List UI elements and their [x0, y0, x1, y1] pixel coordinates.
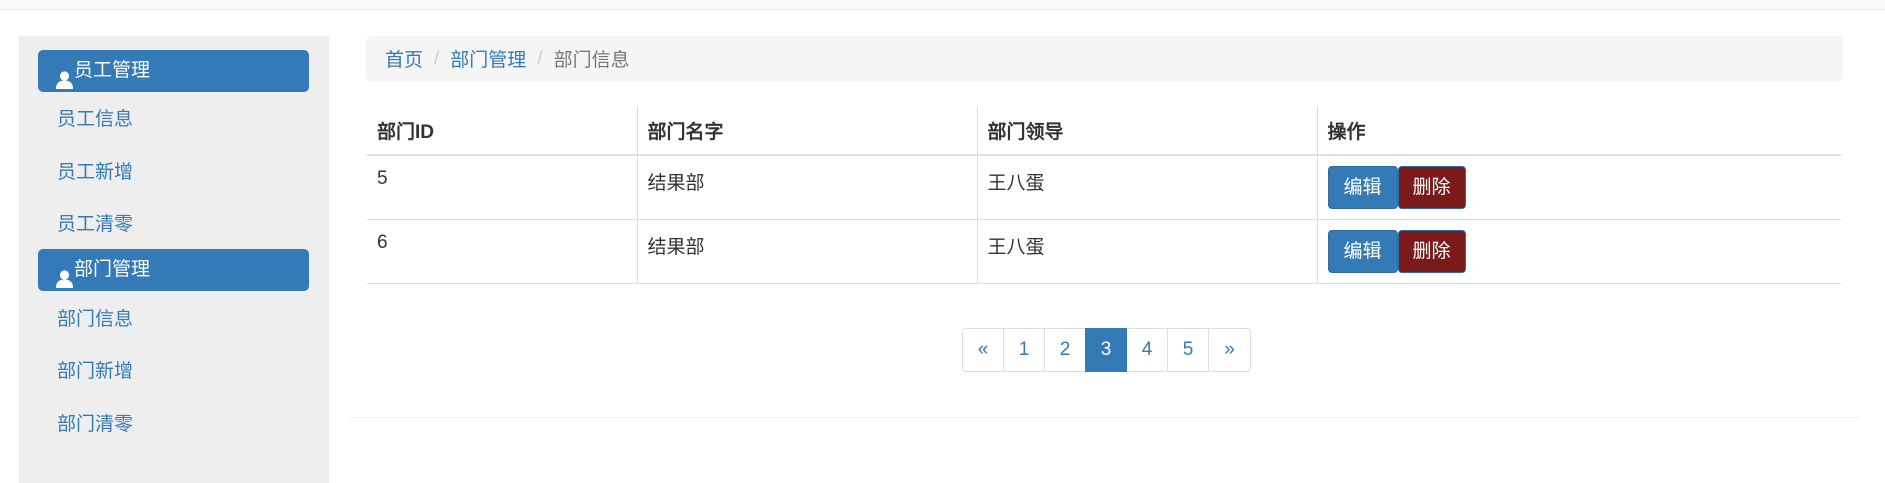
pagination-page-2[interactable]: 2 [1044, 328, 1086, 372]
edit-button[interactable]: 编辑 [1327, 229, 1398, 273]
sidebar-item-department-clear[interactable]: 部门清零 [57, 409, 133, 436]
sidebar-item-department-info[interactable]: 部门信息 [57, 304, 133, 331]
column-header-id: 部门ID [367, 106, 638, 156]
cell-department-id: 5 [367, 155, 638, 220]
table-row: 6 结果部 王八蛋 编辑 删除 [367, 219, 1841, 284]
pagination-page-3-active[interactable]: 3 [1085, 328, 1127, 372]
user-icon [56, 260, 73, 288]
pagination: « 1 2 3 4 5 » [962, 328, 1251, 372]
cell-actions: 编辑 删除 [1317, 219, 1841, 284]
cell-actions: 编辑 删除 [1317, 155, 1841, 220]
cell-department-leader: 王八蛋 [977, 219, 1318, 284]
sidebar-item-employee-info[interactable]: 员工信息 [57, 104, 133, 131]
sidebar-heading-label: 部门管理 [74, 259, 151, 280]
delete-button[interactable]: 删除 [1397, 166, 1466, 209]
sidebar-item-employee-clear[interactable]: 员工清零 [57, 209, 133, 236]
pagination-page-4[interactable]: 4 [1126, 328, 1168, 372]
breadcrumb-separator: / [434, 47, 440, 69]
edit-button[interactable]: 编辑 [1327, 166, 1398, 209]
table-header-row: 部门ID 部门名字 部门领导 操作 [367, 106, 1841, 156]
column-header-leader: 部门领导 [977, 106, 1318, 156]
table-row: 5 结果部 王八蛋 编辑 删除 [367, 155, 1841, 220]
sidebar-item-department-add[interactable]: 部门新增 [57, 356, 133, 383]
column-header-name: 部门名字 [637, 106, 978, 156]
pagination-next[interactable]: » [1208, 328, 1251, 372]
delete-button[interactable]: 删除 [1397, 229, 1466, 273]
sidebar-heading-employee[interactable]: 员工管理 [38, 50, 309, 92]
cell-department-id: 6 [367, 219, 638, 284]
breadcrumb: 首页 / 部门管理 / 部门信息 [366, 36, 1843, 81]
sidebar-heading-department[interactable]: 部门管理 [38, 249, 309, 291]
user-icon [56, 61, 73, 89]
column-header-actions: 操作 [1317, 106, 1841, 156]
content-divider [350, 417, 1860, 418]
department-table: 部门ID 部门名字 部门领导 操作 5 结果部 王八蛋 编辑 删除 6 结果部 王… [367, 106, 1841, 284]
breadcrumb-home[interactable]: 首页 [385, 45, 423, 72]
pagination-page-5[interactable]: 5 [1167, 328, 1209, 372]
breadcrumb-current: 部门信息 [553, 50, 630, 71]
sidebar: 员工管理 员工信息 员工新增 员工清零 部门管理 部门信息 部门新增 部门清零 [19, 36, 329, 483]
breadcrumb-separator: / [537, 47, 543, 69]
pagination-prev[interactable]: « [962, 328, 1004, 372]
breadcrumb-department-management[interactable]: 部门管理 [450, 45, 526, 72]
top-navbar [0, 0, 1885, 10]
sidebar-item-employee-add[interactable]: 员工新增 [57, 157, 133, 184]
pagination-page-1[interactable]: 1 [1003, 328, 1045, 372]
cell-department-name: 结果部 [637, 219, 978, 284]
cell-department-leader: 王八蛋 [977, 155, 1318, 220]
cell-department-name: 结果部 [637, 155, 978, 220]
sidebar-heading-label: 员工管理 [74, 60, 151, 81]
